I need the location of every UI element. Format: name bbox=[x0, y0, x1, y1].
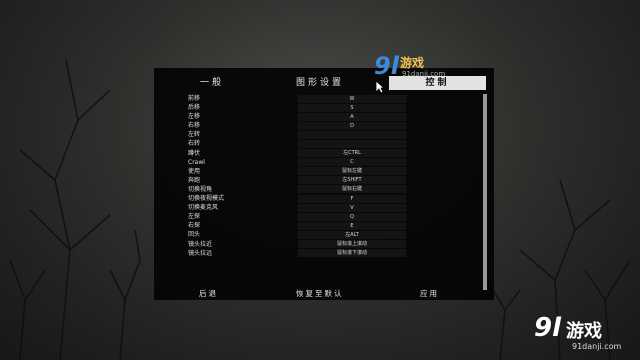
keybinding-row: 奔跑 左SHIFT bbox=[154, 176, 494, 185]
action-label: 左探 bbox=[188, 213, 201, 221]
key-binding-button[interactable]: F bbox=[298, 194, 406, 203]
action-label: 切换麦克风 bbox=[188, 204, 219, 212]
settings-panel: 一般 图形设置 控制 前移 W 后移 S 左移 A 右移 D 左转 右转 蹲伏 左CTRL Crawl C… bbox=[154, 68, 494, 300]
keybinding-row: 左转 bbox=[154, 130, 494, 139]
key-binding-button[interactable]: S bbox=[298, 103, 406, 112]
keybinding-row: 左移 A bbox=[154, 112, 494, 121]
action-label: 前移 bbox=[188, 95, 201, 102]
action-label: 镜头拉远 bbox=[188, 249, 213, 257]
keybinding-list: 前移 W 后移 S 左移 A 右移 D 左转 右转 蹲伏 左CTRL Crawl C 使用 鼠标左键奔跑 左SH… bbox=[154, 94, 494, 258]
keybinding-row: 后移 S bbox=[154, 103, 494, 112]
keybinding-row: Crawl C bbox=[154, 158, 494, 167]
keybinding-row: 前移 W bbox=[154, 94, 494, 103]
keybinding-row: 切换视角 鼠标右键 bbox=[154, 185, 494, 194]
key-binding-button[interactable]: E bbox=[298, 221, 406, 230]
action-label: 回头 bbox=[188, 231, 201, 239]
key-binding-button[interactable] bbox=[298, 139, 406, 148]
key-binding-button[interactable]: 左ALT bbox=[298, 230, 406, 239]
keybinding-row: 镜头拉远 鼠标滚下滚动 bbox=[154, 249, 494, 258]
scrollbar[interactable] bbox=[483, 94, 487, 290]
key-binding-button[interactable]: D bbox=[298, 121, 406, 130]
action-label: 左移 bbox=[188, 113, 201, 121]
key-binding-button[interactable]: Q bbox=[298, 212, 406, 221]
keybinding-row: 右探 E bbox=[154, 221, 494, 230]
key-binding-button[interactable]: A bbox=[298, 112, 406, 121]
action-label: 右移 bbox=[188, 122, 201, 130]
key-binding-button[interactable]: 鼠标左键 bbox=[298, 167, 406, 176]
key-binding-button[interactable]: 鼠标滚下滚动 bbox=[298, 249, 406, 258]
tab-general[interactable]: 一般 bbox=[194, 76, 230, 90]
keybinding-row: 镜头拉近 鼠标滚上滚动 bbox=[154, 240, 494, 249]
action-label: 奔跑 bbox=[188, 176, 201, 184]
key-binding-button[interactable]: 左SHIFT bbox=[298, 176, 406, 185]
keybinding-row: 右移 D bbox=[154, 121, 494, 130]
key-binding-button[interactable]: 鼠标滚上滚动 bbox=[298, 240, 406, 248]
action-label: 切换夜视模式 bbox=[188, 195, 225, 203]
key-binding-button[interactable]: 鼠标右键 bbox=[298, 185, 406, 194]
back-button[interactable]: 后退 bbox=[199, 288, 218, 299]
action-label: 蹲伏 bbox=[188, 149, 201, 157]
action-label: 镜头拉近 bbox=[188, 240, 213, 248]
tab-graphics-settings[interactable]: 图形设置 bbox=[284, 76, 356, 90]
key-binding-button[interactable]: V bbox=[298, 203, 406, 212]
action-label: 右探 bbox=[188, 222, 201, 230]
key-binding-button[interactable]: 左CTRL bbox=[298, 149, 406, 158]
keybinding-row: 切换麦克风 V bbox=[154, 203, 494, 212]
keybinding-row: 切换夜视模式 F bbox=[154, 194, 494, 203]
action-label: 切换视角 bbox=[188, 185, 213, 193]
key-binding-button[interactable]: C bbox=[298, 158, 406, 167]
mouse-cursor-icon bbox=[375, 80, 385, 94]
action-label: Crawl bbox=[188, 158, 205, 166]
action-label: 左转 bbox=[188, 131, 201, 139]
key-binding-button[interactable] bbox=[298, 130, 406, 139]
apply-button[interactable]: 应用 bbox=[420, 288, 439, 299]
watermark-logo-top: 9l 游戏 91danji.com bbox=[374, 52, 446, 80]
key-binding-button[interactable]: W bbox=[298, 94, 406, 103]
keybinding-row: 右转 bbox=[154, 139, 494, 148]
action-label: 使用 bbox=[188, 167, 201, 175]
action-label: 右转 bbox=[188, 140, 201, 148]
reset-defaults-button[interactable]: 恢复至默认 bbox=[296, 288, 344, 299]
keybinding-row: 使用 鼠标左键 bbox=[154, 167, 494, 176]
watermark-logo-bottom: 9l 游戏 91danji.com bbox=[534, 313, 622, 351]
keybinding-row: 回头 左ALT bbox=[154, 230, 494, 239]
keybinding-row: 左探 Q bbox=[154, 212, 494, 221]
keybinding-row: 蹲伏 左CTRL bbox=[154, 149, 494, 158]
scroll-thumb[interactable] bbox=[483, 94, 487, 290]
action-label: 后移 bbox=[188, 104, 201, 112]
